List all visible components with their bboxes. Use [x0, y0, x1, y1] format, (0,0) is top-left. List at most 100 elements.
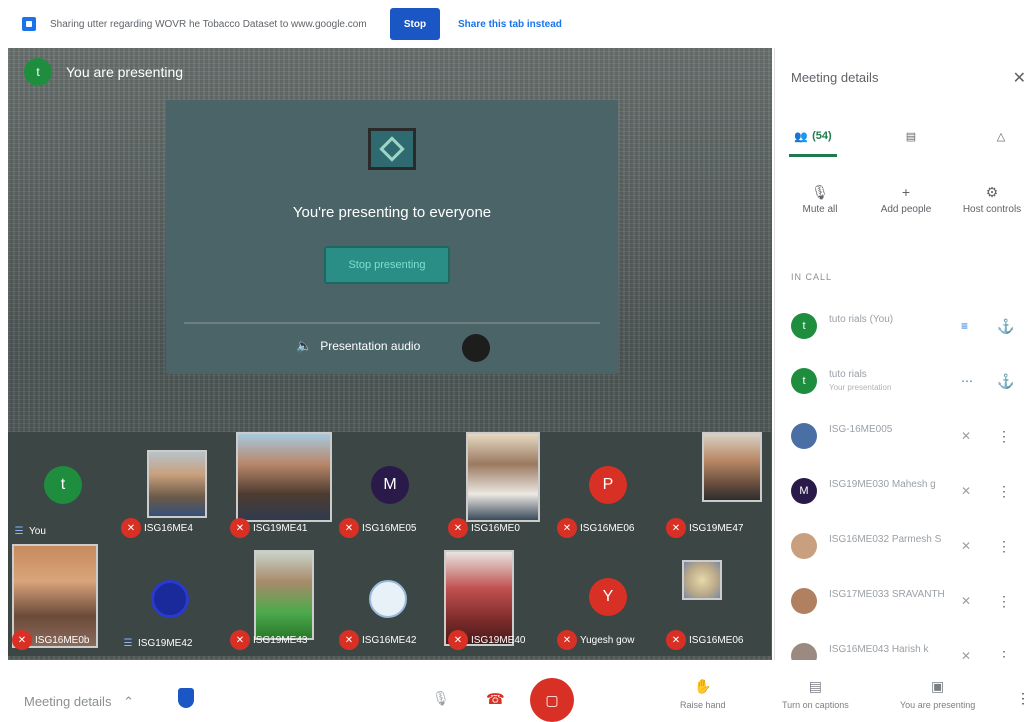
- participant-name: You: [29, 525, 46, 537]
- avatar: P: [589, 466, 627, 504]
- hand-icon: ✋: [694, 678, 712, 694]
- participant-tile[interactable]: Y ✕ Yugesh gow: [553, 544, 662, 656]
- tile-name-row: ✕ ISG16ME06: [666, 630, 743, 650]
- panel-actions: 🎙 Mute all + Add people ⚙ Host controls: [775, 180, 1034, 244]
- avatar: [369, 580, 407, 618]
- tab-activities[interactable]: △: [977, 118, 1025, 154]
- shield-icon[interactable]: [178, 688, 194, 708]
- host-controls-label: Host controls: [962, 204, 1022, 215]
- stop-sharing-button[interactable]: Stop: [390, 8, 440, 40]
- mute-all-label: Mute all: [802, 204, 838, 215]
- participant-list-name: tuto rials: [829, 369, 867, 380]
- captions-button[interactable]: ▤ Turn on captions: [782, 678, 849, 710]
- close-icon[interactable]: ✕: [1013, 68, 1026, 88]
- participant-row[interactable]: ISG16ME032 Parmesh S ✕ ⋮: [775, 520, 1034, 572]
- mic-off-icon: 🎙: [811, 183, 829, 200]
- share-this-tab-link[interactable]: Share this tab instead: [458, 19, 562, 30]
- tile-name-row: ☰ ISG19ME42: [121, 636, 193, 650]
- participant-tile[interactable]: ✕ ISG19ME43: [226, 544, 335, 656]
- presenting-button[interactable]: ▣ You are presenting: [900, 678, 975, 710]
- tile-name-row: ✕ ISG19ME40: [448, 630, 525, 650]
- mic-off-icon[interactable]: ✕: [961, 594, 971, 608]
- tile-name-row: ✕ ISG16ME4: [121, 518, 193, 538]
- mic-off-icon[interactable]: ✕: [961, 539, 971, 553]
- tile-name-row: ✕ ISG19ME47: [666, 518, 743, 538]
- in-call-header: IN CALL: [791, 272, 833, 282]
- tile-name-row: ✕ ISG16ME0: [448, 518, 520, 538]
- host-controls-icon: ⚙: [985, 183, 999, 200]
- participant-tile[interactable]: M ✕ ISG16ME05: [335, 432, 444, 544]
- participant-row[interactable]: t tuto rials Your presentation ⋯ ⚓: [775, 355, 1034, 407]
- participant-row[interactable]: ISG-16ME005 ✕ ⋮: [775, 410, 1034, 462]
- mute-all-button[interactable]: 🎙 Mute all: [785, 180, 855, 216]
- participant-row[interactable]: M ISG19ME030 Mahesh g ✕ ⋮: [775, 465, 1034, 517]
- mic-off-icon[interactable]: ✕: [961, 429, 971, 443]
- participant-tile[interactable]: P ✕ ISG16ME06: [553, 432, 662, 544]
- participant-list-name: ISG17ME033 SRAVANTH: [829, 589, 945, 600]
- pin-icon[interactable]: ⚓: [997, 373, 1014, 390]
- mic-off-icon: ✕: [448, 630, 468, 650]
- participant-tile[interactable]: ✕ ISG19ME47: [662, 432, 771, 544]
- more-options-icon[interactable]: ⋮: [1016, 690, 1030, 707]
- share-banner: Sharing utter regarding WOVR he Tobacco …: [0, 0, 1034, 48]
- mic-icon[interactable]: ≡: [961, 319, 968, 333]
- bottom-toolbar: Meeting details ⌃ 🎙 ☎ ▢ ✋ Raise hand ▤ T…: [0, 660, 1034, 722]
- hang-up-button[interactable]: ☎: [486, 690, 505, 708]
- more-options-icon[interactable]: ⋮: [997, 593, 1011, 610]
- participant-row[interactable]: t tuto rials (You) ≡ ⚓: [775, 300, 1034, 352]
- participant-tile[interactable]: ✕ ISG19ME40: [444, 544, 553, 656]
- tab-people[interactable]: 👥 (54): [789, 118, 837, 154]
- participant-name: ISG19ME42: [138, 637, 193, 649]
- mic-off-icon: ✕: [12, 630, 32, 650]
- participant-list-name: ISG-16ME005: [829, 424, 893, 435]
- people-count: (54): [812, 130, 832, 142]
- stop-presenting-button[interactable]: Stop presenting: [324, 246, 450, 284]
- host-controls-button[interactable]: ⚙ Host controls: [957, 180, 1027, 216]
- tile-name-row: ✕ ISG16ME42: [339, 630, 416, 650]
- avatar: M: [791, 478, 817, 504]
- mic-icon: ☰: [14, 525, 24, 537]
- more-options-icon[interactable]: ⋮: [997, 428, 1011, 445]
- participant-video: [466, 432, 540, 522]
- participant-name: ISG19ME43: [253, 634, 308, 646]
- mic-off-icon: ✕: [666, 518, 686, 538]
- participant-list-name: ISG16ME043 Harish k: [829, 644, 929, 655]
- participant-name: ISG16ME0: [471, 522, 520, 534]
- presenter-avatar: t: [24, 58, 52, 86]
- meeting-details-toggle[interactable]: Meeting details ⌃: [24, 694, 134, 710]
- presentation-audio-label: Presentation audio: [320, 339, 421, 353]
- participant-list-name: ISG19ME030 Mahesh g: [829, 479, 936, 490]
- mic-icon[interactable]: ⋯: [961, 374, 973, 388]
- participant-list-name: tuto rials (You): [829, 314, 894, 325]
- pin-icon[interactable]: ⚓: [997, 318, 1014, 335]
- participant-video: [147, 450, 207, 518]
- chevron-up-icon: ⌃: [123, 694, 134, 709]
- chat-icon: ▤: [905, 130, 917, 143]
- participant-tile[interactable]: ✕ ISG16ME0: [444, 432, 553, 544]
- panel-title: Meeting details: [791, 70, 879, 85]
- participant-tile[interactable]: ✕ ISG16ME4: [117, 432, 226, 544]
- participant-row[interactable]: ISG17ME033 SRAVANTH ✕ ⋮: [775, 575, 1034, 627]
- presentation-audio-toggle[interactable]: [462, 334, 490, 362]
- add-people-button[interactable]: + Add people: [871, 180, 941, 215]
- participant-tile[interactable]: ✕ ISG19ME41: [226, 432, 335, 544]
- participant-name: ISG19ME41: [253, 522, 308, 534]
- participant-tile[interactable]: ☰ ISG19ME42: [117, 544, 226, 656]
- participant-video: [682, 560, 722, 600]
- participant-name: ISG19ME40: [471, 634, 526, 646]
- participant-name: ISG16ME06: [689, 634, 744, 646]
- more-options-icon[interactable]: ⋮: [997, 538, 1011, 555]
- tab-chat[interactable]: ▤: [887, 118, 935, 154]
- camera-off-button[interactable]: ▢: [530, 678, 574, 722]
- participant-tile[interactable]: ✕ ISG16ME42: [335, 544, 444, 656]
- participant-tile[interactable]: t ☰ You: [8, 432, 117, 544]
- mic-off-icon[interactable]: ✕: [961, 484, 971, 498]
- participant-video: [702, 432, 762, 502]
- participant-tile[interactable]: ✕ ISG16ME06: [662, 544, 771, 656]
- participant-tile[interactable]: ✕ ISG16ME0b: [8, 544, 117, 656]
- meet-window: Sharing utter regarding WOVR he Tobacco …: [0, 0, 1034, 722]
- microphone-button[interactable]: 🎙: [432, 690, 450, 707]
- add-person-icon: +: [901, 184, 911, 200]
- more-options-icon[interactable]: ⋮: [997, 483, 1011, 500]
- raise-hand-button[interactable]: ✋ Raise hand: [680, 678, 726, 710]
